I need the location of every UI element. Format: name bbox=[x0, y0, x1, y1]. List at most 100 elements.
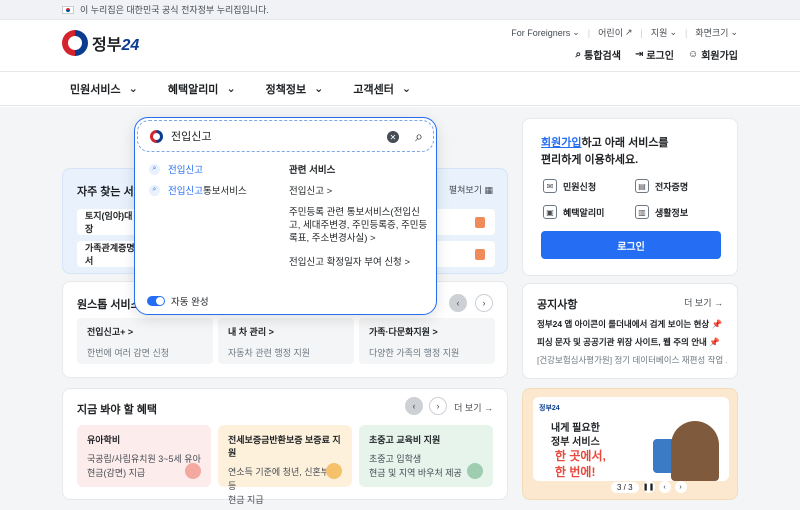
related-service-link[interactable]: 전입신고 확정일자 부여 신청 > bbox=[289, 256, 429, 269]
chevron-down-icon: ⌄ bbox=[572, 27, 580, 37]
nav-civil-service[interactable]: 민원서비스 ⌄ bbox=[70, 81, 138, 97]
util-screen-size[interactable]: 화면크기 ⌄ bbox=[695, 26, 738, 39]
util-support-link[interactable]: 지원 ⌄ bbox=[651, 26, 677, 39]
login-link[interactable]: ⇥ 로그인 bbox=[635, 47, 674, 62]
signup-inline-link[interactable]: 회원가입 bbox=[541, 137, 581, 149]
login-button[interactable]: 로그인 bbox=[541, 231, 721, 259]
chevron-down-icon: ⌄ bbox=[669, 27, 677, 37]
login-icon: ⇥ bbox=[634, 49, 644, 60]
search-input[interactable] bbox=[171, 130, 381, 142]
toggle-switch[interactable] bbox=[147, 296, 165, 306]
related-services-title: 관련 서비스 bbox=[289, 165, 336, 176]
gov24-logo-icon bbox=[150, 129, 163, 143]
person-illustration bbox=[671, 421, 719, 481]
expand-all-button[interactable]: 펼쳐보기 ▦ bbox=[449, 183, 493, 196]
benefit-tile-education[interactable]: 초중고 교육비 지원 초중고 입학생 현금 및 지역 바우처 제공 bbox=[359, 425, 493, 487]
service-civil-apply[interactable]: ✉ 민원신청 bbox=[543, 179, 596, 193]
divider: | bbox=[640, 27, 643, 38]
signup-link[interactable]: ☺ 회원가입 bbox=[688, 47, 738, 62]
chevron-down-icon: ⌄ bbox=[730, 27, 738, 37]
next-arrow-button[interactable]: › bbox=[475, 294, 493, 312]
login-card: 회원가입하고 아래 서비스를 편리하게 이용하세요. ✉ 민원신청 ▤ 전자증명 ▣… bbox=[522, 118, 738, 276]
pause-icon[interactable]: ❚❚ bbox=[642, 481, 655, 493]
benefits-more-link[interactable]: 더 보기 → bbox=[454, 401, 493, 414]
gov24-logo-icon bbox=[62, 30, 88, 56]
service-benefit-alert[interactable]: ▣ 혜택알리미 bbox=[543, 205, 604, 219]
suggestion-item[interactable]: ⌕ 전입신고 bbox=[149, 162, 203, 176]
divider: | bbox=[684, 27, 688, 38]
next-arrow-button[interactable]: › bbox=[429, 397, 447, 415]
next-arrow-button[interactable]: › bbox=[674, 481, 687, 493]
util-kids-link[interactable]: 어린이 ↗ bbox=[598, 26, 632, 39]
onestop-item-my-car[interactable]: 내 차 관리 > 자동차 관련 행정 지원 bbox=[218, 318, 354, 364]
promo-banner-content: 정부24 내게 필요한 정부 서비스 한 곳에서, 한 번에! bbox=[533, 397, 729, 481]
search-autocomplete-popup: ✕ ⌕ ⌕ 전입신고 ⌕ 전입신고통보서비스 관련 서비스 전입신고 > 주민등… bbox=[134, 117, 437, 315]
inbox-icon: ✉ bbox=[543, 179, 557, 193]
frequent-item-family[interactable]: 가족관계증명서 bbox=[77, 241, 137, 267]
notice-item[interactable]: 피싱 문자 및 공공기관 위장 사이트, 웹 주의 안내 📌 bbox=[537, 336, 727, 348]
site-logo[interactable]: 정부24 bbox=[62, 30, 139, 56]
search-icon[interactable]: ⌕ bbox=[415, 128, 423, 145]
student-icon bbox=[467, 463, 483, 479]
utility-menu: For Foreigners ⌄ | 어린이 ↗ | 지원 ⌄ | 화면크기 ⌄ bbox=[511, 26, 738, 39]
benefit-tile-preschool[interactable]: 유아학비 국공립/사립유치원 3~5세 유아 현금(감면) 지급 bbox=[77, 425, 211, 487]
external-link-icon: ↗ bbox=[624, 27, 633, 37]
suggestion-item[interactable]: ⌕ 전입신고통보서비스 bbox=[149, 183, 247, 197]
chevron-down-icon: ⌄ bbox=[314, 83, 324, 95]
integrated-search-button[interactable]: ⌕ 통합검색 bbox=[576, 47, 621, 62]
search-icon: ⌕ bbox=[575, 49, 582, 60]
search-bar: ✕ ⌕ bbox=[137, 120, 434, 152]
promo-logo-text: 정부24 bbox=[539, 405, 560, 412]
nav-customer-center[interactable]: 고객센터 ⌄ bbox=[353, 81, 411, 97]
chevron-down-icon: ⌄ bbox=[226, 83, 236, 95]
nav-benefit-alert[interactable]: 혜택알리미 ⌄ bbox=[168, 81, 236, 97]
benefits-title: 지금 봐야 할 혜택 bbox=[77, 404, 158, 416]
chevron-down-icon: ⌄ bbox=[401, 83, 412, 95]
clear-icon[interactable]: ✕ bbox=[387, 131, 399, 143]
gift-icon: ▣ bbox=[543, 205, 557, 219]
autocomplete-toggle[interactable]: 자동 완성 bbox=[147, 294, 209, 308]
benefits-card: 지금 봐야 할 혜택 ‹ › 더 보기 → 유아학비 국공립/사립유치원 3~5… bbox=[62, 388, 508, 505]
onestop-item-family[interactable]: 가족·다문화지원 > 다양한 가족의 행정 지원 bbox=[359, 318, 495, 364]
chevron-down-icon: ⌄ bbox=[128, 83, 138, 95]
header-actions: ⌕ 통합검색 ⇥ 로그인 ☺ 회원가입 bbox=[576, 47, 738, 62]
global-nav: 민원서비스 ⌄ 혜택알리미 ⌄ 정책정보 ⌄ 고객센터 ⌄ bbox=[0, 72, 800, 106]
service-life-info[interactable]: ▥ 생활정보 bbox=[635, 205, 688, 219]
user-plus-icon: ☺ bbox=[687, 49, 699, 60]
related-service-link[interactable]: 주민등록 관련 통보서비스(전입신고, 세대주변경, 주민등록증, 주민등록표,… bbox=[289, 206, 429, 245]
logo-text: 정부24 bbox=[92, 37, 140, 54]
notice-item[interactable]: 정부24 앱 아이콘이 롤더내에서 검게 보이는 현상 📌 bbox=[537, 318, 727, 330]
document-icon bbox=[475, 217, 485, 228]
notice-title: 공지사항 bbox=[537, 299, 578, 311]
site-header: 정부24 For Foreigners ⌄ | 어린이 ↗ | 지원 ⌄ | 화면크기… bbox=[0, 20, 800, 72]
child-icon bbox=[185, 463, 201, 479]
notice-item[interactable]: [건강보험심사평가원] 정기 데이터베이스 재편성 작업 ... bbox=[537, 354, 727, 366]
util-foreigners-link[interactable]: For Foreigners ⌄ bbox=[511, 26, 580, 39]
gov-official-banner: 이 누리집은 대한민국 공식 전자정부 누리집입니다. bbox=[0, 0, 800, 20]
related-service-link[interactable]: 전입신고 > bbox=[289, 185, 429, 198]
korea-flag-icon bbox=[62, 5, 74, 14]
clipboard-icon: ▥ bbox=[635, 205, 649, 219]
benefit-tile-deposit[interactable]: 전세보증금반환보증 보증료 지원 연소득 기준에 청년, 신혼부부 등 현금 지… bbox=[218, 425, 352, 505]
nav-policy-info[interactable]: 정책정보 ⌄ bbox=[266, 81, 324, 97]
search-icon: ⌕ bbox=[149, 184, 160, 196]
document-icon bbox=[475, 249, 485, 260]
prev-arrow-button[interactable]: ‹ bbox=[405, 397, 423, 415]
notice-card: 공지사항 더 보기 → 정부24 앱 아이콘이 롤더내에서 검게 보이는 현상 … bbox=[522, 283, 738, 379]
frequent-item-land[interactable]: 토지(임야)대장 bbox=[77, 209, 137, 235]
notice-more-link[interactable]: 더 보기 → bbox=[684, 296, 723, 309]
certificate-icon: ▤ bbox=[635, 179, 649, 193]
promo-banner[interactable]: 정부24 내게 필요한 정부 서비스 한 곳에서, 한 번에! 3 / 3 ❚❚… bbox=[522, 388, 738, 500]
onestop-item-move-in[interactable]: 전입신고+ > 한번에 여러 감면 신청 bbox=[77, 318, 213, 364]
prev-arrow-button[interactable]: ‹ bbox=[449, 294, 467, 312]
onestop-title: 원스톱 서비스 bbox=[77, 299, 141, 311]
service-e-cert[interactable]: ▤ 전자증명 bbox=[635, 179, 688, 193]
prev-arrow-button[interactable]: ‹ bbox=[658, 481, 671, 493]
money-bag-icon bbox=[326, 463, 342, 479]
banner-page-indicator: 3 / 3 bbox=[611, 481, 639, 493]
login-message: 회원가입하고 아래 서비스를 편리하게 이용하세요. bbox=[541, 137, 669, 166]
banner-controls: 3 / 3 ❚❚ ‹ › bbox=[611, 481, 687, 493]
search-icon: ⌕ bbox=[149, 163, 160, 175]
gov-banner-text: 이 누리집은 대한민국 공식 전자정부 누리집입니다. bbox=[80, 5, 269, 15]
divider: | bbox=[587, 27, 591, 38]
